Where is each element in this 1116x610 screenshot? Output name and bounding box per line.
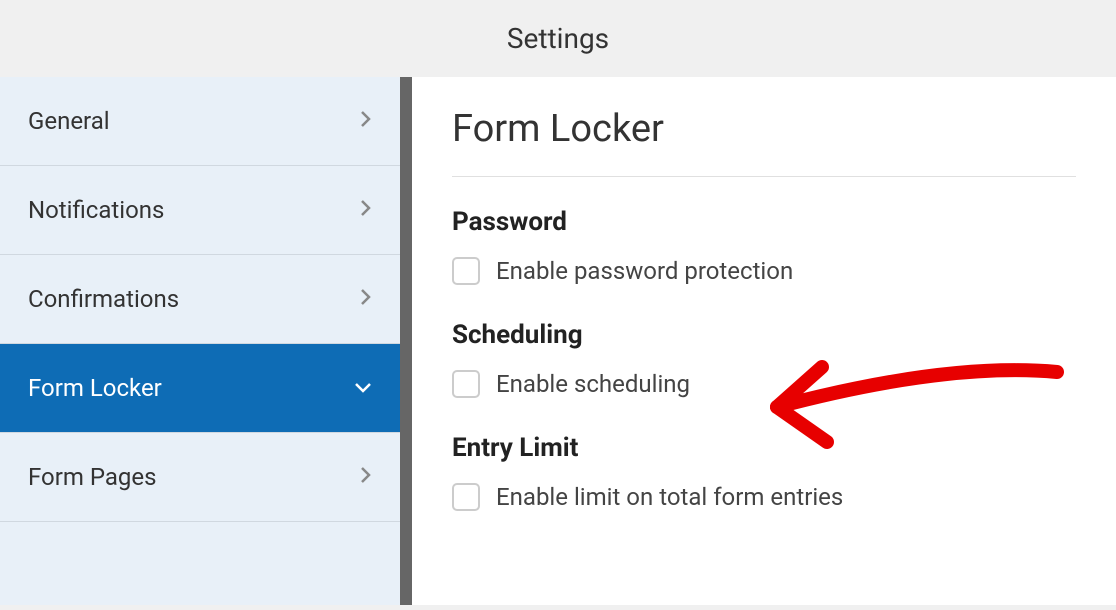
sidebar-item-notifications[interactable]: Notifications [0, 166, 400, 255]
settings-content: Form Locker Password Enable password pro… [412, 77, 1116, 605]
chevron-right-icon [360, 466, 372, 489]
password-checkbox-row: Enable password protection [452, 257, 1076, 285]
chevron-right-icon [360, 199, 372, 222]
header-title: Settings [507, 22, 609, 55]
entry-limit-heading: Entry Limit [452, 433, 1076, 463]
settings-sidebar: General Notifications Confirmations Form… [0, 77, 400, 605]
sidebar-item-confirmations[interactable]: Confirmations [0, 255, 400, 344]
sidebar-item-label: Notifications [28, 196, 164, 224]
sidebar-item-label: Form Locker [28, 374, 162, 402]
password-checkbox-label: Enable password protection [496, 257, 793, 285]
sidebar-item-form-pages[interactable]: Form Pages [0, 433, 400, 522]
entry-limit-checkbox-row: Enable limit on total form entries [452, 483, 1076, 511]
scheduling-checkbox-label: Enable scheduling [496, 370, 690, 398]
sidebar-item-general[interactable]: General [0, 77, 400, 166]
sidebar-item-form-locker[interactable]: Form Locker [0, 344, 400, 433]
entry-limit-checkbox-label: Enable limit on total form entries [496, 483, 843, 511]
settings-header: Settings [0, 0, 1116, 77]
enable-password-checkbox[interactable] [452, 257, 480, 285]
enable-entry-limit-checkbox[interactable] [452, 483, 480, 511]
chevron-right-icon [360, 288, 372, 311]
sidebar-item-label: General [28, 107, 110, 135]
chevron-down-icon [354, 378, 372, 399]
password-heading: Password [452, 207, 1076, 237]
title-divider [452, 176, 1076, 177]
main-container: General Notifications Confirmations Form… [0, 77, 1116, 605]
sidebar-item-label: Confirmations [28, 285, 179, 313]
enable-scheduling-checkbox[interactable] [452, 370, 480, 398]
panel-divider [400, 77, 412, 605]
sidebar-item-label: Form Pages [28, 463, 157, 491]
scheduling-checkbox-row: Enable scheduling [452, 370, 1076, 398]
scheduling-heading: Scheduling [452, 320, 1076, 350]
page-title: Form Locker [452, 107, 1076, 151]
chevron-right-icon [360, 110, 372, 133]
